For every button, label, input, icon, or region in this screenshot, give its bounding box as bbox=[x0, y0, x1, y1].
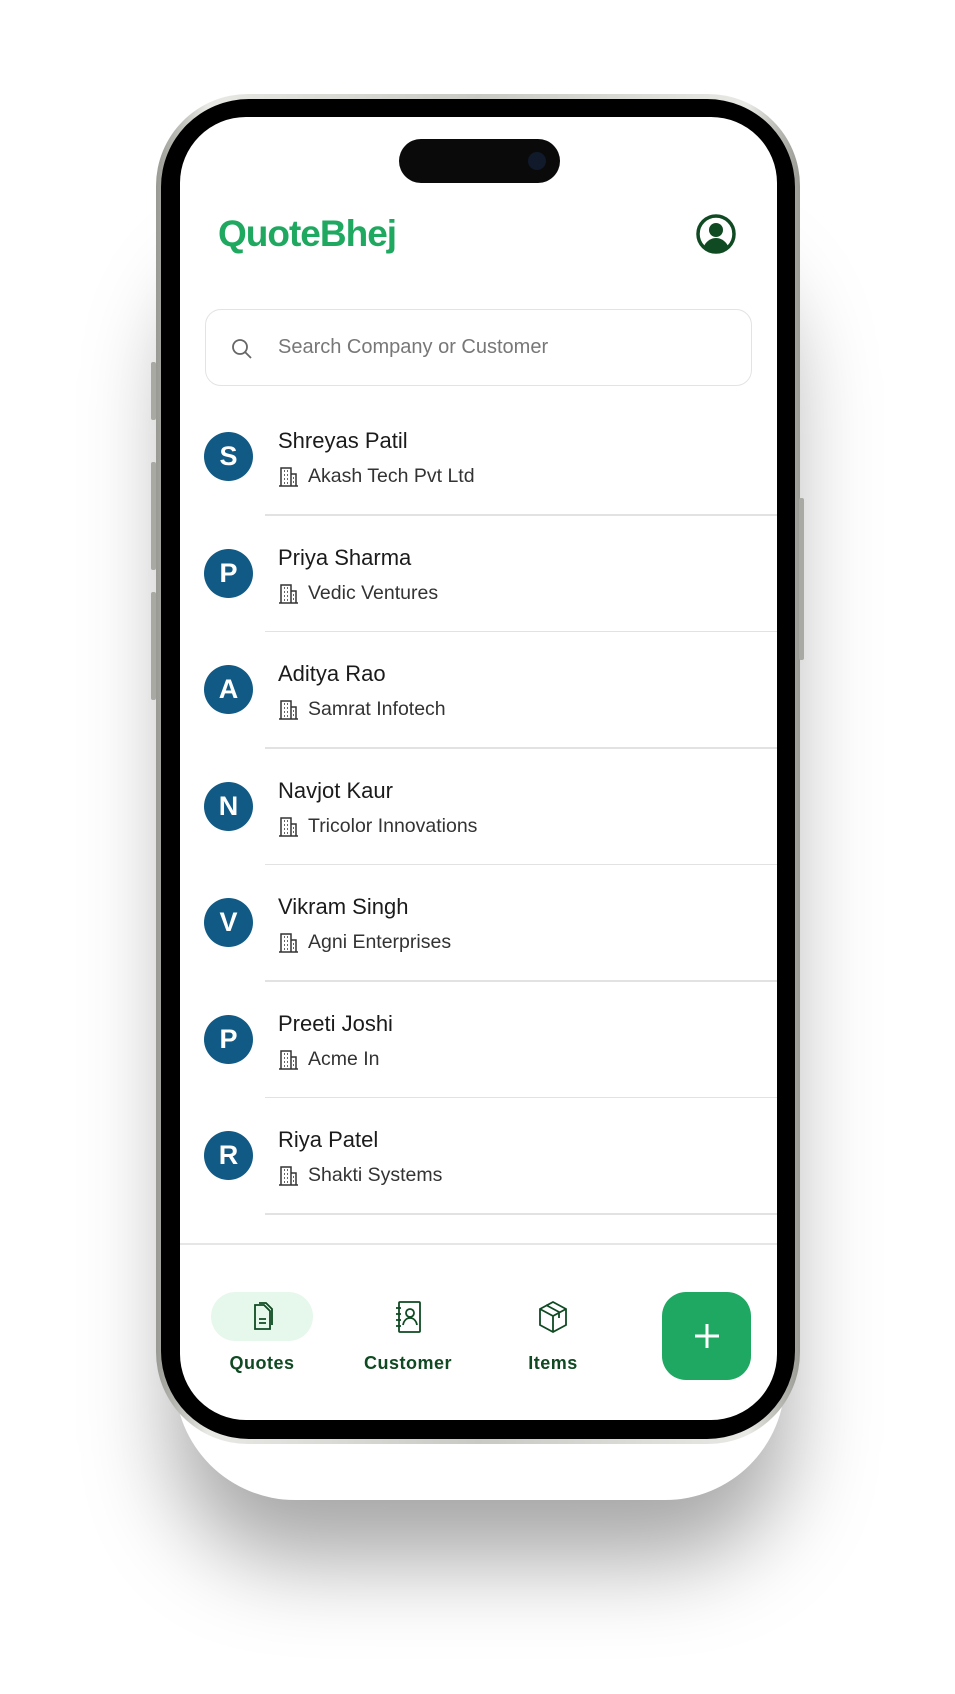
company-name: Shakti Systems bbox=[308, 1164, 443, 1186]
customer-name: Riya Patel bbox=[278, 1127, 379, 1152]
nav-items[interactable]: Items bbox=[493, 1292, 613, 1392]
nav-label: Items bbox=[528, 1353, 578, 1373]
add-button[interactable] bbox=[662, 1292, 751, 1380]
customer-row[interactable]: P Priya Sharma Vedic Ventures bbox=[180, 516, 777, 632]
app-screen: QuoteBhej S Shreyas Patil Akash Tech Pvt… bbox=[180, 117, 777, 1420]
phone-side-button bbox=[151, 362, 156, 420]
company-name: Tricolor Innovations bbox=[308, 814, 478, 837]
avatar: P bbox=[204, 1014, 253, 1064]
avatar: S bbox=[204, 432, 253, 481]
customer-row[interactable]: P Preeti Joshi Acme In bbox=[180, 982, 777, 1098]
customer-name: Shreyas Patil bbox=[278, 428, 408, 453]
customer-name: Navjot Kaur bbox=[278, 777, 393, 803]
building-icon bbox=[279, 1166, 298, 1186]
company-line: Tricolor Innovations bbox=[278, 815, 477, 838]
avatar: N bbox=[204, 781, 253, 831]
company-name: Acme In bbox=[308, 1047, 380, 1070]
customer-row[interactable]: A Aditya Rao Samrat Infotech bbox=[180, 632, 777, 749]
avatar: P bbox=[204, 548, 253, 598]
contact-book-icon bbox=[357, 1292, 459, 1341]
plus-icon bbox=[694, 1324, 719, 1348]
company-line: Agni Enterprises bbox=[278, 931, 451, 954]
nav-quotes[interactable]: Quotes bbox=[202, 1292, 322, 1392]
nav-label: Quotes bbox=[229, 1353, 295, 1373]
company-line: Vedic Ventures bbox=[278, 582, 438, 605]
company-name: Agni Enterprises bbox=[308, 931, 452, 953]
phone-side-button bbox=[151, 592, 156, 700]
company-line: Akash Tech Pvt Ltd bbox=[278, 465, 475, 488]
avatar: A bbox=[204, 665, 253, 714]
nav-label: Customer bbox=[363, 1353, 452, 1373]
customer-name: Aditya Rao bbox=[278, 661, 386, 686]
company-line: Samrat Infotech bbox=[278, 698, 446, 721]
company-name: Vedic Ventures bbox=[308, 581, 439, 604]
company-line: Shakti Systems bbox=[278, 1164, 442, 1187]
dynamic-island bbox=[399, 139, 560, 183]
search-bar[interactable] bbox=[205, 309, 752, 386]
row-divider bbox=[265, 1213, 777, 1215]
customer-name: Priya Sharma bbox=[278, 544, 412, 570]
app-logo: QuoteBhej bbox=[218, 213, 397, 254]
customer-name: Vikram Singh bbox=[278, 894, 409, 919]
phone-side-button bbox=[151, 462, 156, 570]
company-name: Samrat Infotech bbox=[308, 698, 446, 720]
package-icon bbox=[502, 1292, 604, 1341]
customer-list: S Shreyas Patil Akash Tech Pvt Ltd P Pri… bbox=[180, 399, 777, 1215]
documents-icon bbox=[211, 1292, 313, 1341]
search-icon bbox=[232, 339, 252, 359]
phone-side-button bbox=[799, 498, 804, 660]
customer-row[interactable]: S Shreyas Patil Akash Tech Pvt Ltd bbox=[180, 399, 777, 516]
customer-row[interactable]: V Vikram Singh Agni Enterprises bbox=[180, 865, 777, 982]
building-icon bbox=[279, 933, 298, 953]
avatar: V bbox=[204, 898, 253, 947]
customer-row[interactable]: N Navjot Kaur Tricolor Innovations bbox=[180, 749, 777, 865]
customer-row[interactable]: R Riya Patel Shakti Systems bbox=[180, 1098, 777, 1215]
building-icon bbox=[279, 583, 298, 604]
building-icon bbox=[279, 700, 298, 720]
building-icon bbox=[279, 816, 298, 837]
nav-divider bbox=[180, 1243, 777, 1245]
camera-icon bbox=[528, 152, 546, 170]
search-input[interactable] bbox=[278, 310, 728, 385]
customer-name: Preeti Joshi bbox=[278, 1010, 393, 1036]
nav-customer[interactable]: Customer bbox=[348, 1292, 468, 1392]
avatar: R bbox=[204, 1131, 253, 1180]
building-icon bbox=[279, 467, 298, 487]
company-name: Akash Tech Pvt Ltd bbox=[308, 465, 475, 487]
company-line: Acme In bbox=[278, 1048, 380, 1071]
building-icon bbox=[279, 1049, 298, 1070]
account-circle-icon[interactable] bbox=[695, 213, 737, 255]
